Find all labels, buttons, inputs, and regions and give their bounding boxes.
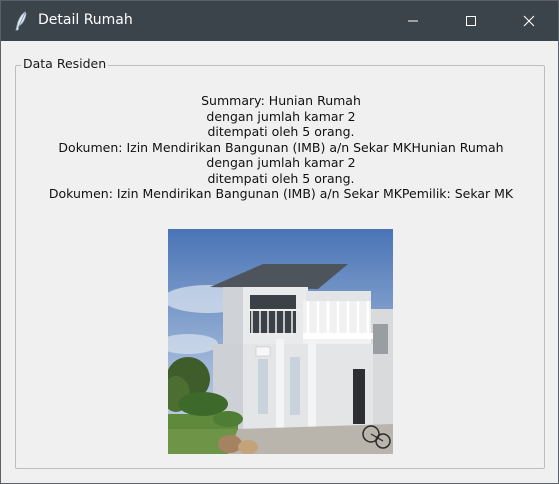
minimize-button[interactable] (384, 1, 442, 41)
summary-line: dengan jumlah kamar 2 (206, 155, 356, 170)
feather-icon (13, 11, 31, 31)
summary-line: dengan jumlah kamar 2 (206, 108, 356, 124)
summary-line: ditempati oleh 5 orang. (207, 170, 355, 186)
summary-line: Summary: Hunian Rumah (201, 93, 361, 108)
groupbox-label: Data Residen (21, 56, 109, 71)
minimize-icon (407, 12, 419, 31)
summary-line: Dokumen: Izin Mendirikan Bangunan (IMB) … (58, 139, 504, 155)
house-photo (168, 229, 393, 454)
detail-rumah-window: Detail Rumah Data Residen Summary: Hunia… (0, 0, 559, 484)
title-bar[interactable]: Detail Rumah (1, 1, 558, 41)
close-button[interactable] (500, 1, 558, 41)
maximize-button[interactable] (442, 1, 500, 41)
summary-text: Summary: Hunian Rumah dengan jumlah kama… (19, 93, 543, 202)
summary-line: ditempati oleh 5 orang. (207, 124, 355, 139)
summary-line: Dokumen: Izin Mendirikan Bangunan (IMB) … (48, 186, 514, 201)
maximize-icon (465, 12, 477, 31)
window-title: Detail Rumah (38, 12, 133, 28)
close-icon (523, 12, 535, 31)
